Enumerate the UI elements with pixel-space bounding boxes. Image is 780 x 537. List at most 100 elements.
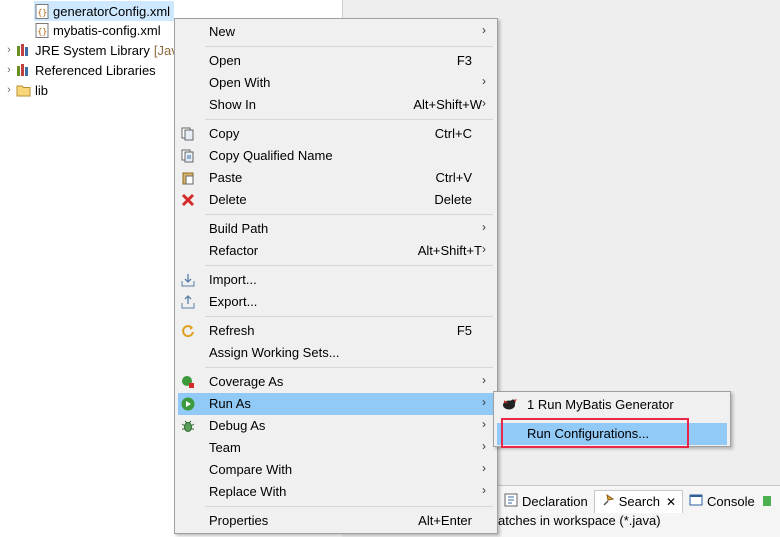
- menu-item-label: Properties: [209, 513, 269, 528]
- menu-item-new[interactable]: New ›: [178, 21, 494, 43]
- menu-item-label: Replace With: [209, 484, 287, 499]
- chevron-right-icon: ›: [482, 23, 486, 37]
- xml-file-icon: {}: [34, 22, 50, 38]
- chevron-right-icon[interactable]: ›: [2, 84, 16, 96]
- menu-item-debug-as[interactable]: Debug As ›: [178, 415, 494, 437]
- run-icon: [180, 396, 196, 412]
- tab-label: Console: [707, 493, 755, 509]
- menu-item-import[interactable]: Import...: [178, 269, 494, 291]
- chevron-right-icon[interactable]: ›: [2, 64, 16, 76]
- chevron-right-icon: ›: [482, 395, 486, 409]
- menu-item-shortcut: F5: [456, 323, 472, 338]
- library-icon: [16, 62, 32, 78]
- menu-item-coverage-as[interactable]: Coverage As ›: [178, 371, 494, 393]
- menu-item-properties[interactable]: Properties Alt+Enter: [178, 510, 494, 532]
- menu-separator: [205, 119, 493, 120]
- svg-text:{}: {}: [38, 8, 48, 17]
- menu-item-export[interactable]: Export...: [178, 291, 494, 313]
- menu-item-copy[interactable]: Copy Ctrl+C: [178, 123, 494, 145]
- search-status-text: atches in workspace (*.java): [498, 513, 661, 528]
- menu-item-label: Build Path: [209, 221, 269, 236]
- menu-item-label: Paste: [209, 170, 243, 185]
- menu-item-label: Compare With: [209, 462, 293, 477]
- menu-item-label: New: [209, 24, 236, 39]
- tree-item-lib[interactable]: › lib: [2, 80, 48, 100]
- folder-icon: [16, 82, 32, 98]
- import-icon: [180, 272, 196, 288]
- bottom-tab-row: Declaration Search ✕ Console: [498, 489, 773, 513]
- menu-item-run-as[interactable]: Run As ›: [178, 393, 494, 415]
- menu-item-compare-with[interactable]: Compare With ›: [178, 459, 494, 481]
- menu-separator: [205, 46, 493, 47]
- tab-overflow[interactable]: [761, 490, 773, 512]
- menu-item-label: Copy Qualified Name: [209, 148, 333, 163]
- chevron-right-icon: ›: [482, 417, 486, 431]
- mybatis-bird-icon: [501, 397, 517, 413]
- annotation-highlight-box: [501, 418, 689, 448]
- tree-item-label: lib: [35, 82, 49, 98]
- menu-separator: [205, 506, 493, 507]
- menu-item-refactor[interactable]: Refactor Alt+Shift+T ›: [178, 240, 494, 262]
- tab-declaration[interactable]: Declaration: [498, 490, 594, 512]
- menu-item-shortcut: F3: [456, 53, 472, 68]
- copy-icon: [180, 126, 196, 142]
- menu-item-assign-working-sets[interactable]: Assign Working Sets...: [178, 342, 494, 364]
- svg-text:{}: {}: [38, 27, 48, 36]
- tab-console[interactable]: Console: [683, 490, 761, 512]
- menu-item-label: Copy: [209, 126, 240, 141]
- menu-item-show-in[interactable]: Show In Alt+Shift+W ›: [178, 94, 494, 116]
- menu-item-label: Export...: [209, 294, 258, 309]
- menu-item-build-path[interactable]: Build Path ›: [178, 218, 494, 240]
- menu-item-replace-with[interactable]: Replace With ›: [178, 481, 494, 503]
- menu-item-paste[interactable]: Paste Ctrl+V: [178, 167, 494, 189]
- menu-item-open[interactable]: Open F3: [178, 50, 494, 72]
- context-menu: New › Open F3 Open With › Show In Alt+Sh…: [174, 18, 498, 534]
- menu-item-label: Coverage As: [209, 374, 284, 389]
- menu-item-label: Assign Working Sets...: [209, 345, 340, 360]
- close-icon[interactable]: ✕: [666, 495, 676, 509]
- menu-item-shortcut: Alt+Shift+W: [413, 97, 482, 112]
- menu-item-open-with[interactable]: Open With ›: [178, 72, 494, 94]
- menu-item-label: Open With: [209, 75, 271, 90]
- menu-item-team[interactable]: Team ›: [178, 437, 494, 459]
- menu-item-label: Team: [209, 440, 241, 455]
- bug-icon: [180, 418, 196, 434]
- menu-item-delete[interactable]: Delete Delete: [178, 189, 494, 211]
- tree-item-label: mybatis-config.xml: [53, 22, 161, 38]
- menu-item-copy-qualified-name[interactable]: Copy Qualified Name: [178, 145, 494, 167]
- menu-item-label: Show In: [209, 97, 256, 112]
- menu-item-label: Delete: [209, 192, 247, 207]
- tab-search[interactable]: Search ✕: [593, 489, 684, 513]
- chevron-right-icon: ›: [482, 74, 486, 88]
- paste-icon: [180, 170, 196, 186]
- tree-item-mybatis-config[interactable]: {} mybatis-config.xml: [34, 20, 161, 40]
- submenu-item-run-mybatis-generator[interactable]: 1 Run MyBatis Generator: [497, 394, 727, 416]
- coverage-icon: [180, 374, 196, 390]
- menu-separator: [205, 265, 493, 266]
- menu-separator: [205, 316, 493, 317]
- tree-item-generatorconfig[interactable]: {} generatorConfig.xml: [34, 1, 175, 21]
- menu-item-label: Refresh: [209, 323, 255, 338]
- console-icon: [689, 493, 703, 510]
- chevron-right-icon: ›: [482, 242, 486, 256]
- menu-item-label: Run As: [209, 396, 251, 411]
- tab-overflow-icon: [762, 496, 771, 506]
- menu-item-refresh[interactable]: Refresh F5: [178, 320, 494, 342]
- search-icon: [601, 493, 615, 510]
- refresh-icon: [180, 323, 196, 339]
- menu-item-shortcut: Ctrl+V: [435, 170, 472, 185]
- menu-item-shortcut: Ctrl+C: [434, 126, 472, 141]
- tree-item-label: Referenced Libraries: [35, 62, 156, 78]
- submenu-item-label: 1 Run MyBatis Generator: [527, 397, 674, 412]
- delete-icon: [180, 192, 196, 208]
- chevron-right-icon: ›: [482, 483, 486, 497]
- declaration-icon: [504, 493, 518, 510]
- chevron-right-icon[interactable]: ›: [2, 44, 16, 56]
- menu-separator: [205, 214, 493, 215]
- copy-qualified-icon: [180, 148, 196, 164]
- chevron-right-icon: ›: [482, 96, 486, 110]
- tree-item-label: generatorConfig.xml: [53, 3, 171, 19]
- tree-item-jre-library[interactable]: › JRE System Library [Jav: [2, 40, 178, 60]
- tree-item-referenced-libraries[interactable]: › Referenced Libraries: [2, 60, 156, 80]
- menu-item-label: Import...: [209, 272, 257, 287]
